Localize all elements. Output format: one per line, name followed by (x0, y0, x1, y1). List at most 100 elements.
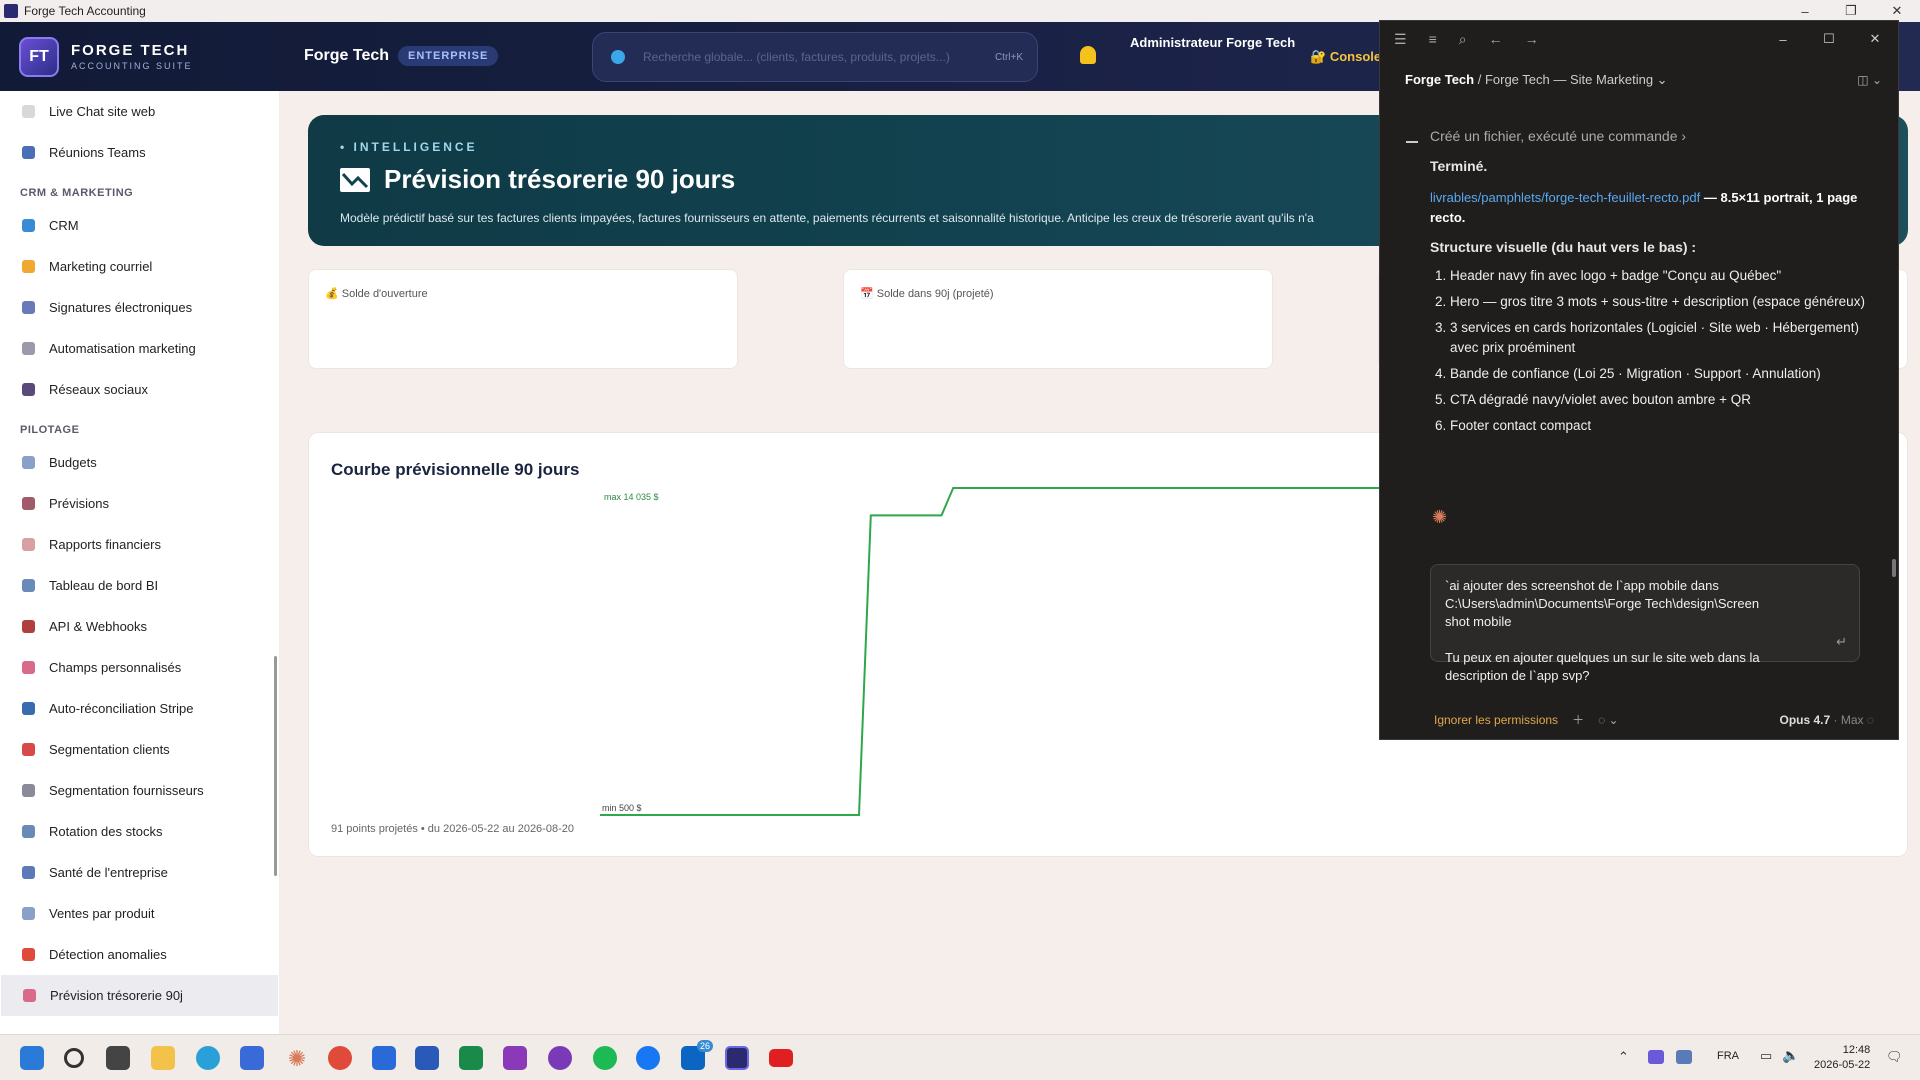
sidebar-scrollbar[interactable] (274, 656, 277, 876)
excel-icon[interactable] (459, 1046, 483, 1070)
message-input[interactable]: `ai ajouter des screenshot de l`app mobi… (1430, 564, 1860, 683)
tray-app-icon[interactable] (1676, 1050, 1692, 1064)
panel-scrollbar[interactable] (1892, 559, 1896, 577)
notification-icon[interactable]: 🗨 (1886, 1049, 1903, 1065)
sidebar-item-label: Réunions Teams (49, 145, 146, 160)
search-icon (611, 50, 625, 64)
spotify-icon[interactable] (593, 1046, 617, 1070)
sidebar-item-prevision-tresorerie-90j[interactable]: Prévision trésorerie 90j (1, 975, 278, 1016)
word-icon[interactable] (415, 1046, 439, 1070)
chevron-up-icon[interactable]: ⌃ (1618, 1049, 1629, 1065)
sidebar-item-rapports-financiers[interactable]: Rapports financiers (0, 524, 279, 565)
facebook-icon[interactable] (636, 1046, 660, 1070)
podcast-icon[interactable] (548, 1046, 572, 1070)
sidebar-item-auto-reconciliation-stripe[interactable]: Auto-réconciliation Stripe (0, 688, 279, 729)
kpi-label: 💰 Solde d'ouverture (325, 288, 428, 300)
task-view-icon[interactable] (106, 1046, 130, 1070)
breadcrumb-project[interactable]: Forge Tech (1405, 72, 1474, 87)
chrome-icon[interactable] (328, 1046, 352, 1070)
edition-badge: ENTERPRISE (398, 46, 499, 66)
panel-minimize-button[interactable]: – (1760, 21, 1806, 57)
calendar-icon (22, 146, 35, 159)
sidebar-item-sante-de-l-entreprise[interactable]: Santé de l'entreprise (0, 852, 279, 893)
teams-icon[interactable] (1648, 1050, 1664, 1064)
step-summary[interactable]: Créé un fichier, exécuté une commande › (1430, 128, 1686, 144)
sidebar-item-ventes-par-produit[interactable]: Ventes par produit (0, 893, 279, 934)
language-indicator[interactable]: FRA (1717, 1050, 1739, 1062)
list-icon[interactable]: ≡ (1429, 31, 1437, 47)
sidebar-item-tableau-de-bord-bi[interactable]: Tableau de bord BI (0, 565, 279, 606)
page-title: Prévision trésorerie 90 jours (384, 164, 736, 194)
sidebar-item-label: Rotation des stocks (49, 824, 163, 839)
model-selector[interactable]: Opus 4.7 · Max ◌ (1779, 713, 1874, 727)
onenote-icon[interactable] (503, 1046, 527, 1070)
logo-subtitle: ACCOUNTING SUITE (71, 61, 193, 71)
volume-icon[interactable]: 🔈 (1782, 1047, 1799, 1064)
chart-footer: 91 points projetés • du 2026-05-22 au 20… (331, 823, 574, 835)
outlook-icon[interactable] (372, 1046, 396, 1070)
sidebar-item-budgets[interactable]: Budgets (0, 442, 279, 483)
search-icon[interactable] (64, 1048, 84, 1068)
back-arrow-icon[interactable]: ← (1489, 31, 1503, 47)
sidebar-item-previsions[interactable]: Prévisions (0, 483, 279, 524)
admin-name[interactable]: Administrateur Forge Tech (1130, 35, 1295, 50)
console-label: Console (1329, 49, 1382, 64)
sidebar-item-crm[interactable]: CRM (0, 205, 279, 246)
forge-tech-logo[interactable]: FT (19, 36, 59, 77)
sidebar-item-segmentation-clients[interactable]: Segmentation clients (0, 729, 279, 770)
restore-button[interactable]: ❐ (1828, 0, 1874, 22)
forge-tech-taskbar-icon[interactable] (725, 1046, 749, 1070)
console-link[interactable]: 🔐 Console (1310, 49, 1381, 65)
sidebar-item-segmentation-fournisseurs[interactable]: Segmentation fournisseurs (0, 770, 279, 811)
step-marker (1406, 141, 1418, 143)
start-icon[interactable] (20, 1046, 44, 1070)
search-shortcut: Ctrl+K (994, 51, 1023, 63)
search-icon[interactable]: ⌕ (1459, 31, 1467, 48)
claude-icon[interactable]: ✺ (285, 1046, 309, 1071)
heart-icon (22, 219, 35, 232)
sidebar-item-api-webhooks[interactable]: API & Webhooks (0, 606, 279, 647)
network-icon[interactable]: ▭ (1760, 1048, 1772, 1064)
breadcrumb[interactable]: Forge Tech / Forge Tech — Site Marketing… (1405, 72, 1668, 88)
stethoscope-icon (22, 866, 35, 879)
sidebar-item-signatures-electroniques[interactable]: Signatures électroniques (0, 287, 279, 328)
sidebar-item-label: Segmentation fournisseurs (49, 783, 204, 798)
file-explorer-icon[interactable] (151, 1046, 175, 1070)
sidebar-item-marketing-courriel[interactable]: Marketing courriel (0, 246, 279, 287)
sidebar-item-detection-anomalies[interactable]: Détection anomalies (0, 934, 279, 975)
edge-icon[interactable] (196, 1046, 220, 1070)
panel-maximize-button[interactable]: ☐ (1806, 21, 1852, 57)
menu-icon[interactable]: ☰ (1394, 31, 1407, 48)
youtube-icon[interactable] (769, 1049, 793, 1067)
return-icon[interactable]: ↵ (1836, 633, 1847, 651)
close-button[interactable]: ✕ (1874, 0, 1920, 22)
ignore-permissions-button[interactable]: Ignorer les permissions (1434, 713, 1558, 727)
mic-icon[interactable]: ◌ ⌄ (1598, 713, 1619, 727)
file-link[interactable]: livrables/pamphlets/forge-tech-feuillet-… (1430, 190, 1700, 205)
panel-close-button[interactable]: ✕ (1852, 21, 1898, 57)
store-icon[interactable] (240, 1046, 264, 1070)
sidebar-item-champs-personnalises[interactable]: Champs personnalisés (0, 647, 279, 688)
clock[interactable]: 12:48 2026-05-22 (1814, 1043, 1870, 1073)
layout-toggle-icon[interactable]: ◫ ⌄ (1857, 73, 1882, 87)
sidebar-item-reunions-teams[interactable]: Réunions Teams (0, 132, 279, 173)
bell-icon[interactable] (1080, 46, 1096, 64)
sidebar-item-automatisation-marketing[interactable]: Automatisation marketing (0, 328, 279, 369)
minimize-button[interactable]: – (1782, 0, 1828, 22)
clock-time: 12:48 (1842, 1044, 1871, 1056)
breadcrumb-current[interactable]: Forge Tech — Site Marketing ⌄ (1485, 72, 1668, 87)
add-icon[interactable]: ＋ (1572, 711, 1584, 728)
search-input[interactable]: Recherche globale... (clients, factures,… (643, 50, 995, 64)
forward-arrow-icon[interactable]: → (1525, 31, 1539, 47)
compose-line: description de l`app svp? (1445, 668, 1590, 683)
gear-icon (22, 342, 35, 355)
linkedin-icon[interactable]: 26 (681, 1040, 713, 1070)
chat-bubble-icon (22, 105, 35, 118)
max-label: max 14 035 $ (604, 492, 659, 502)
sidebar-item-reseaux-sociaux[interactable]: Réseaux sociaux (0, 369, 279, 410)
global-search[interactable]: Recherche globale... (clients, factures,… (592, 32, 1038, 82)
crystal-ball-icon (22, 497, 35, 510)
sidebar-item-live-chat-site-web[interactable]: Live Chat site web (0, 91, 279, 132)
sidebar-item-label: Tableau de bord BI (49, 578, 159, 593)
sidebar-item-rotation-des-stocks[interactable]: Rotation des stocks (0, 811, 279, 852)
